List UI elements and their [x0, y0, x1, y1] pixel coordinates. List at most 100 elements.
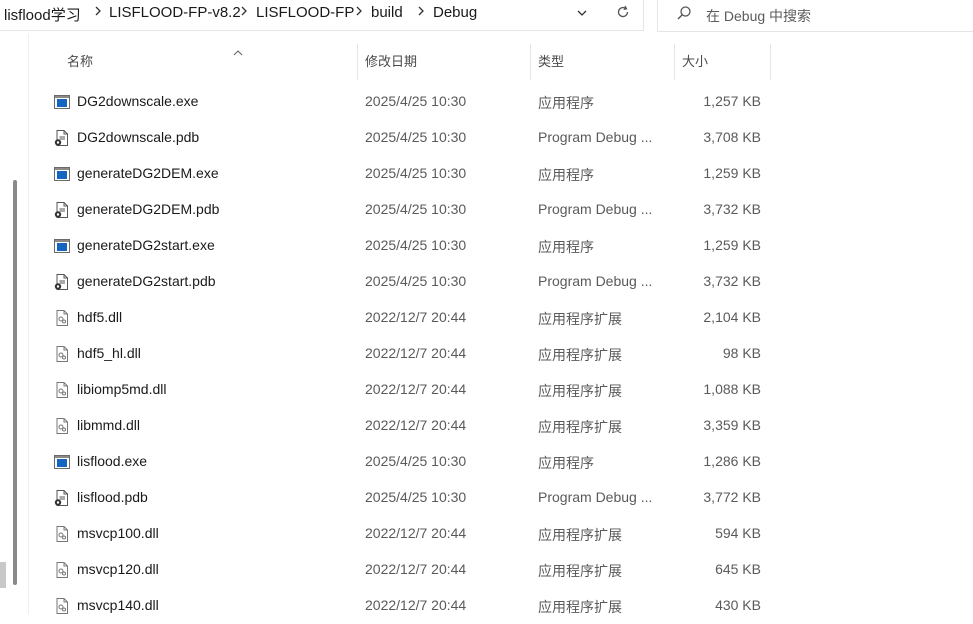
file-type: 应用程序扩展: [538, 347, 622, 363]
file-type: 应用程序扩展: [538, 383, 622, 399]
exe-file-icon: [53, 453, 71, 471]
file-size: 1,088 KB: [703, 381, 761, 397]
dll-file-icon: [53, 597, 71, 615]
file-name: hdf5.dll: [77, 309, 123, 325]
file-name: DG2downscale.exe: [77, 93, 199, 109]
file-name: hdf5_hl.dll: [77, 345, 141, 361]
file-row[interactable]: hdf5_hl.dll 2022/12/7 20:44 应用程序扩展 98 KB: [29, 336, 789, 372]
dll-file-icon: [53, 525, 71, 543]
breadcrumb-item[interactable]: LISFLOOD-FP: [256, 4, 354, 21]
file-modified-date: 2025/4/25 10:30: [365, 93, 467, 109]
file-modified-date: 2025/4/25 10:30: [365, 237, 467, 253]
file-size: 2,104 KB: [703, 309, 761, 325]
column-divider[interactable]: [530, 44, 531, 80]
file-type: 应用程序: [538, 167, 594, 183]
file-size: 3,359 KB: [703, 417, 761, 433]
file-modified-date: 2022/12/7 20:44: [365, 525, 467, 541]
address-bar[interactable]: lisflood学习 LISFLOOD-FP-v8.2 LISFLOOD-FP …: [0, 0, 644, 31]
file-row[interactable]: generateDG2start.pdb 2025/4/25 10:30 Progr…: [29, 264, 789, 300]
file-row[interactable]: lisflood.exe 2025/4/25 10:30 应用程序 1,286 KB: [29, 444, 789, 480]
dll-file-icon: [53, 345, 71, 363]
breadcrumb-item[interactable]: LISFLOOD-FP-v8.2: [109, 4, 241, 21]
breadcrumb-item[interactable]: lisflood学习: [4, 4, 81, 25]
file-modified-date: 2022/12/7 20:44: [365, 597, 467, 613]
file-size: 3,772 KB: [703, 489, 761, 505]
dll-file-icon: [53, 417, 71, 435]
exe-file-icon: [53, 237, 71, 255]
file-size: 1,259 KB: [703, 165, 761, 181]
file-modified-date: 2022/12/7 20:44: [365, 381, 467, 397]
file-modified-date: 2022/12/7 20:44: [365, 309, 467, 325]
breadcrumb-item-current[interactable]: Debug: [433, 4, 477, 21]
exe-file-icon: [53, 165, 71, 183]
file-row[interactable]: hdf5.dll 2022/12/7 20:44 应用程序扩展 2,104 KB: [29, 300, 789, 336]
file-size: 3,708 KB: [703, 129, 761, 145]
file-type: Program Debug ...: [538, 489, 653, 505]
file-name: libiomp5md.dll: [77, 381, 167, 397]
file-name: libmmd.dll: [77, 417, 141, 433]
column-header-date[interactable]: 修改日期: [365, 44, 417, 80]
file-type: 应用程序: [538, 95, 594, 111]
file-row[interactable]: generateDG2start.exe 2025/4/25 10:30 应用程序 1…: [29, 228, 789, 264]
nav-selection-marker: [0, 562, 6, 588]
file-name: msvcp140.dll: [77, 597, 159, 613]
pdb-file-icon: [53, 201, 71, 219]
column-header-name[interactable]: 名称: [67, 44, 93, 80]
file-size: 430 KB: [715, 597, 761, 613]
file-row[interactable]: generateDG2DEM.exe 2025/4/25 10:30 应用程序 1,2…: [29, 156, 789, 192]
pdb-file-icon: [53, 273, 71, 291]
file-modified-date: 2025/4/25 10:30: [365, 129, 467, 145]
file-name: lisflood.pdb: [77, 489, 148, 505]
file-type: 应用程序: [538, 239, 594, 255]
file-size: 1,286 KB: [703, 453, 761, 469]
dll-file-icon: [53, 381, 71, 399]
file-size: 3,732 KB: [703, 273, 761, 289]
file-modified-date: 2022/12/7 20:44: [365, 561, 467, 577]
file-modified-date: 2025/4/25 10:30: [365, 165, 467, 181]
scrollbar-thumb[interactable]: [13, 180, 17, 585]
file-row[interactable]: msvcp140.dll 2022/12/7 20:44 应用程序扩展 430 KB: [29, 588, 789, 624]
file-modified-date: 2025/4/25 10:30: [365, 453, 467, 469]
file-name: generateDG2start.pdb: [77, 273, 216, 289]
file-modified-date: 2022/12/7 20:44: [365, 417, 467, 433]
file-row[interactable]: libmmd.dll 2022/12/7 20:44 应用程序扩展 3,359 KB: [29, 408, 789, 444]
file-type: 应用程序扩展: [538, 563, 622, 579]
file-modified-date: 2025/4/25 10:30: [365, 201, 467, 217]
file-row[interactable]: msvcp100.dll 2022/12/7 20:44 应用程序扩展 594 KB: [29, 516, 789, 552]
file-row[interactable]: DG2downscale.pdb 2025/4/25 10:30 Program D…: [29, 120, 789, 156]
pdb-file-icon: [53, 129, 71, 147]
file-type: Program Debug ...: [538, 273, 653, 289]
file-row[interactable]: generateDG2DEM.pdb 2025/4/25 10:30 Program…: [29, 192, 789, 228]
file-name: msvcp100.dll: [77, 525, 159, 541]
exe-file-icon: [53, 93, 71, 111]
file-name: lisflood.exe: [77, 453, 148, 469]
file-row[interactable]: DG2downscale.exe 2025/4/25 10:30 应用程序 1,257…: [29, 84, 789, 120]
file-row[interactable]: libiomp5md.dll 2022/12/7 20:44 应用程序扩展 1,088…: [29, 372, 789, 408]
column-divider[interactable]: [674, 44, 675, 80]
file-row[interactable]: lisflood.pdb 2025/4/25 10:30 Program Debug…: [29, 480, 789, 516]
chevron-right-icon[interactable]: [416, 5, 426, 20]
dll-file-icon: [53, 561, 71, 579]
file-type: Program Debug ...: [538, 129, 653, 145]
column-divider[interactable]: [770, 44, 771, 80]
breadcrumb-item[interactable]: build: [371, 4, 403, 21]
chevron-right-icon[interactable]: [93, 5, 103, 20]
file-type: 应用程序扩展: [538, 419, 622, 435]
file-modified-date: 2025/4/25 10:30: [365, 489, 467, 505]
search-input[interactable]: 在 Debug 中搜索: [706, 6, 811, 26]
column-header-type[interactable]: 类型: [538, 44, 564, 80]
file-size: 1,257 KB: [703, 93, 761, 109]
chevron-down-icon[interactable]: [575, 6, 589, 20]
search-box[interactable]: 在 Debug 中搜索: [657, 0, 973, 32]
chevron-right-icon[interactable]: [239, 5, 249, 20]
column-header-size[interactable]: 大小: [682, 44, 708, 80]
chevron-right-icon[interactable]: [354, 5, 364, 20]
file-name: DG2downscale.pdb: [77, 129, 200, 145]
column-divider[interactable]: [357, 44, 358, 80]
file-name: generateDG2DEM.exe: [77, 165, 219, 181]
file-row[interactable]: msvcp120.dll 2022/12/7 20:44 应用程序扩展 645 KB: [29, 552, 789, 588]
dll-file-icon: [53, 309, 71, 327]
refresh-icon[interactable]: [615, 4, 631, 20]
file-modified-date: 2025/4/25 10:30: [365, 273, 467, 289]
top-bar: lisflood学习 LISFLOOD-FP-v8.2 LISFLOOD-FP …: [0, 0, 973, 34]
